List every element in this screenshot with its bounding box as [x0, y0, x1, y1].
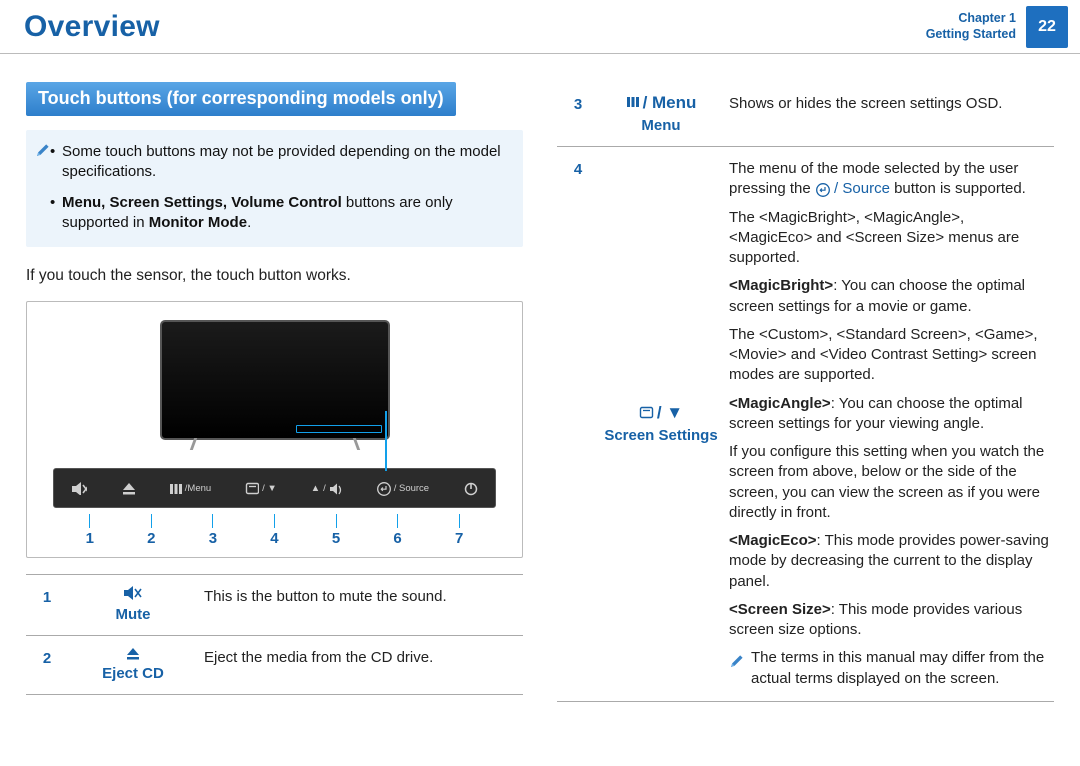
- idx-num: 6: [393, 514, 401, 547]
- page-header: Overview Chapter 1 Getting Started 22: [0, 0, 1080, 54]
- bullet-icon: •: [50, 193, 55, 213]
- menu-icon: / Menu: [626, 92, 697, 113]
- section-label: Getting Started: [926, 27, 1016, 43]
- note-bold-tail: Monitor Mode: [149, 214, 247, 231]
- row-desc: This is the button to mute the sound.: [198, 575, 523, 635]
- row-desc: Shows or hides the screen settings OSD.: [723, 82, 1054, 146]
- note-item: • Menu, Screen Settings, Volume Control …: [62, 193, 509, 234]
- button-index-row: 1 2 3 4 5 6 7: [59, 514, 490, 547]
- left-column: Touch buttons (for corresponding models …: [26, 82, 523, 702]
- right-column: 3 / Menu Menu Shows or hides the screen …: [557, 82, 1054, 702]
- bar-source-icon: / Source: [376, 481, 429, 496]
- note-text: .: [247, 214, 251, 231]
- section-heading: Touch buttons (for corresponding models …: [26, 82, 456, 116]
- source-button-inline: / Source: [815, 180, 890, 197]
- eject-icon: [125, 646, 142, 661]
- button-table-right: 3 / Menu Menu Shows or hides the screen …: [557, 82, 1054, 702]
- idx-num: 4: [270, 514, 278, 547]
- bullet-icon: •: [50, 142, 55, 162]
- row-number: 4: [557, 147, 599, 701]
- row-desc: The menu of the mode selected by the use…: [723, 147, 1054, 701]
- touch-button-diagram: /Menu / ▼ ▲/ / Source 1 2 3 4 5 6 7: [26, 301, 523, 558]
- note-item: • Some touch buttons may not be provided…: [62, 142, 509, 183]
- bar-power-icon: [463, 481, 478, 496]
- monitor-illustration: [160, 320, 390, 450]
- row-number: 2: [26, 636, 68, 694]
- intro-line: If you touch the sensor, the touch butto…: [26, 267, 523, 285]
- pencil-icon: [729, 650, 744, 670]
- callout-line: [385, 411, 387, 471]
- row-label-text: Menu: [641, 117, 680, 136]
- pencil-icon: [35, 140, 51, 160]
- row-desc: Eject the media from the CD drive.: [198, 636, 523, 694]
- bar-menu-icon: /Menu: [169, 482, 211, 495]
- row-label: Mute: [68, 575, 198, 635]
- row-label: Eject CD: [68, 636, 198, 694]
- idx-num: 3: [209, 514, 217, 547]
- table-row: 4 / ▼ Screen Settings The menu of the mo…: [557, 146, 1054, 702]
- button-table-left: 1 Mute This is the button to mute the so…: [26, 574, 523, 695]
- row-label-text: Screen Settings: [604, 427, 717, 446]
- touch-strip-highlight: [296, 425, 382, 433]
- idx-num: 5: [332, 514, 340, 547]
- touch-button-bar: /Menu / ▼ ▲/ / Source: [53, 468, 496, 508]
- bar-screen-icon: / ▼: [245, 482, 277, 495]
- table-row: 1 Mute This is the button to mute the so…: [26, 574, 523, 635]
- row-label-text: Eject CD: [102, 665, 164, 684]
- chapter-label: Chapter 1: [926, 11, 1016, 27]
- mute-icon: [123, 585, 143, 602]
- screen-settings-icon: / ▼: [639, 402, 683, 423]
- table-row: 3 / Menu Menu Shows or hides the screen …: [557, 82, 1054, 146]
- note-text: Some touch buttons may not be provided d…: [62, 143, 501, 180]
- idx-num: 1: [86, 514, 94, 547]
- table-row: 2 Eject CD Eject the media from the CD d…: [26, 635, 523, 695]
- idx-num: 2: [147, 514, 155, 547]
- note-bold-lead: Menu, Screen Settings, Volume Control: [62, 194, 342, 211]
- idx-num: 7: [455, 514, 463, 547]
- info-note-box: • Some touch buttons may not be provided…: [26, 130, 523, 247]
- chapter-block: Chapter 1 Getting Started: [926, 11, 1016, 42]
- page-number-badge: 22: [1026, 6, 1068, 48]
- row-label: / Menu Menu: [599, 82, 723, 146]
- bar-eject-icon: [121, 481, 135, 495]
- page-title: Overview: [24, 10, 160, 44]
- terms-note: The terms in this manual may differ from…: [729, 648, 1050, 689]
- row-number: 1: [26, 575, 68, 635]
- row-label-text: Mute: [116, 606, 151, 625]
- bar-volume-icon: ▲/: [311, 482, 342, 495]
- row-number: 3: [557, 82, 599, 146]
- bar-mute-icon: [71, 481, 87, 495]
- header-right: Chapter 1 Getting Started 22: [926, 0, 1080, 53]
- row-label: / ▼ Screen Settings: [599, 147, 723, 701]
